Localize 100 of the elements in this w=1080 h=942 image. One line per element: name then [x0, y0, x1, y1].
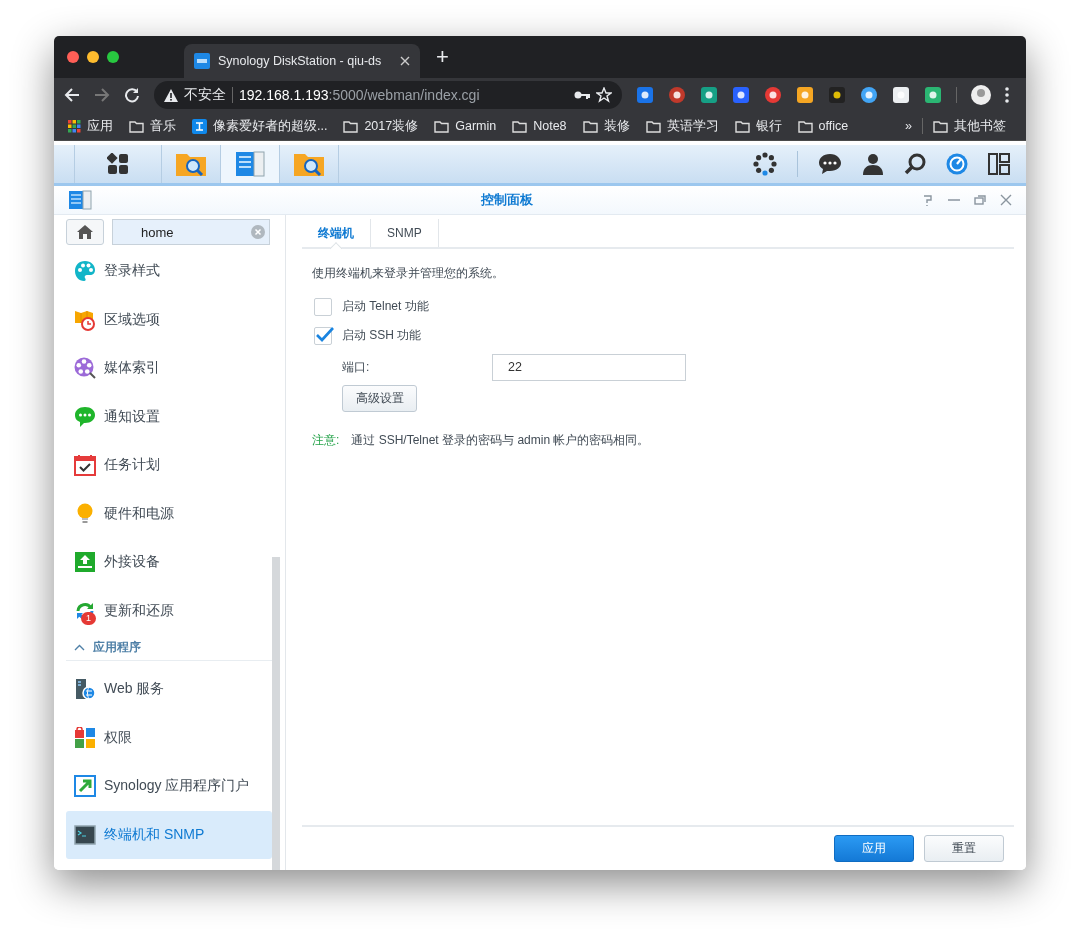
chevron-icon: [74, 644, 85, 651]
bookmark[interactable]: 像素爱好者的超级...: [192, 117, 328, 135]
menu-icon[interactable]: [1005, 87, 1009, 103]
advanced-settings-button[interactable]: 高级设置: [342, 385, 417, 412]
upload-icon: [74, 551, 96, 574]
folder-icon: [434, 119, 450, 133]
bookmark[interactable]: 音乐: [129, 117, 176, 135]
browser-tab[interactable]: Synology DiskStation - qiu-ds: [184, 44, 420, 78]
bookmark[interactable]: 银行: [734, 117, 782, 135]
back-icon[interactable]: [64, 87, 80, 103]
bookmark[interactable]: 应用: [68, 117, 113, 135]
port-label: 端口:: [342, 358, 371, 376]
bookmark[interactable]: 2017装修: [343, 117, 419, 135]
sidebar-item[interactable]: 登录样式: [66, 247, 272, 296]
warning-icon: [164, 88, 178, 102]
window-title: 控制面板: [480, 191, 534, 209]
bookmark[interactable]: 装修: [582, 117, 630, 135]
sidebar-item[interactable]: 媒体索引: [66, 344, 272, 393]
bookmark[interactable]: 英语学习: [645, 117, 719, 135]
bookmark[interactable]: Garmin: [434, 119, 497, 133]
map-clock-icon: [74, 308, 96, 331]
extension-icon[interactable]: [668, 86, 686, 104]
home-button[interactable]: [66, 219, 104, 245]
close-icon[interactable]: [1000, 194, 1012, 206]
terminal-icon: [74, 823, 96, 846]
zoom-button[interactable]: [107, 51, 119, 63]
widget-dots-icon[interactable]: [753, 152, 777, 176]
sidebar-item[interactable]: 硬件和电源: [66, 489, 272, 538]
apps-grid-icon: [68, 119, 81, 133]
folder-icon: [645, 119, 661, 133]
more-bookmarks-button[interactable]: »: [905, 119, 912, 133]
extension-icon[interactable]: [636, 86, 654, 104]
extension-icon[interactable]: [924, 86, 942, 104]
sidebar-item[interactable]: 权限: [66, 713, 272, 762]
sidebar-item[interactable]: Web 服务: [66, 665, 272, 714]
checkbox-label: 启动 Telnet 功能: [342, 298, 429, 315]
extension-icon[interactable]: [732, 86, 750, 104]
tab[interactable]: SNMP: [371, 219, 439, 247]
site-logo-icon: [194, 53, 210, 69]
restore-icon[interactable]: [974, 194, 986, 206]
reset-button[interactable]: 重置: [924, 835, 1004, 862]
minimize-button[interactable]: [87, 51, 99, 63]
checkbox-label: 启动 SSH 功能: [342, 327, 422, 344]
server-globe-icon: [74, 678, 96, 701]
url-text: 192.168.1.193:5000/webman/index.cgi: [239, 87, 480, 103]
extension-icon[interactable]: [860, 86, 878, 104]
sidebar-item[interactable]: 终端机和 SNMP: [66, 810, 272, 859]
close-button[interactable]: [67, 51, 79, 63]
user-icon[interactable]: [862, 153, 884, 175]
extension-icon[interactable]: [796, 86, 814, 104]
sidebar-item[interactable]: 区域选项: [66, 295, 272, 344]
palette-icon: [74, 260, 96, 283]
folder-search-icon: [175, 151, 207, 177]
search-icon[interactable]: [904, 153, 926, 175]
apply-button[interactable]: 应用: [834, 835, 914, 862]
home-icon: [77, 225, 93, 239]
film-reel-icon: [74, 357, 96, 380]
layout-icon[interactable]: [988, 153, 1010, 175]
sidebar-item[interactable]: 外接设备: [66, 538, 272, 587]
description-text: 使用终端机来登录并管理您的系统。: [312, 265, 505, 282]
new-tab-button[interactable]: +: [430, 43, 455, 71]
control-panel-icon: [235, 151, 265, 177]
extension-icon[interactable]: [828, 86, 846, 104]
reload-icon[interactable]: [124, 87, 140, 103]
scrollbar[interactable]: [272, 557, 280, 870]
sidebar-item[interactable]: 1 更新和还原: [66, 586, 272, 635]
sidebar-item[interactable]: 通知设置: [66, 392, 272, 441]
bookmark[interactable]: office: [797, 119, 849, 133]
extension-icon[interactable]: [700, 86, 718, 104]
calendar-icon: [74, 454, 96, 477]
port-field[interactable]: 22: [492, 353, 686, 381]
address-bar[interactable]: 不安全 192.168.1.193:5000/webman/index.cgi: [154, 81, 622, 109]
bookmark[interactable]: 其他书签: [933, 117, 1006, 135]
sidebar-item[interactable]: Synology 应用程序门户: [66, 762, 272, 811]
avatar-icon[interactable]: [971, 85, 991, 105]
extension-icon[interactable]: [764, 86, 782, 104]
star-icon[interactable]: [596, 87, 612, 103]
taskbar-app[interactable]: [221, 145, 280, 183]
checkbox[interactable]: [314, 326, 332, 345]
tab-title: Synology DiskStation - qiu-ds: [218, 54, 383, 68]
site-icon: [192, 118, 207, 134]
bookmark[interactable]: Note8: [512, 119, 567, 133]
sidebar-item[interactable]: 任务计划: [66, 441, 272, 490]
chat-icon[interactable]: [818, 153, 842, 175]
folder-icon: [343, 119, 359, 133]
checkbox[interactable]: [314, 297, 332, 316]
gauge-icon[interactable]: [946, 153, 968, 175]
arrow-box-icon: [74, 775, 96, 798]
key-icon[interactable]: [574, 90, 590, 100]
folder-icon: [734, 119, 750, 133]
update-badge: 1: [81, 611, 96, 625]
forward-icon[interactable]: [94, 87, 110, 103]
folder-icon: [582, 119, 598, 133]
folder-icon: [797, 119, 813, 133]
note-label: 注意:: [312, 432, 340, 449]
close-tab-icon[interactable]: [400, 56, 410, 66]
search-field[interactable]: home: [112, 219, 270, 245]
note-text: 通过 SSH/Telnet 登录的密码与 admin 帐户的密码相同。: [351, 432, 650, 449]
folder-search-icon: [293, 151, 325, 177]
extension-icon[interactable]: [892, 86, 910, 104]
